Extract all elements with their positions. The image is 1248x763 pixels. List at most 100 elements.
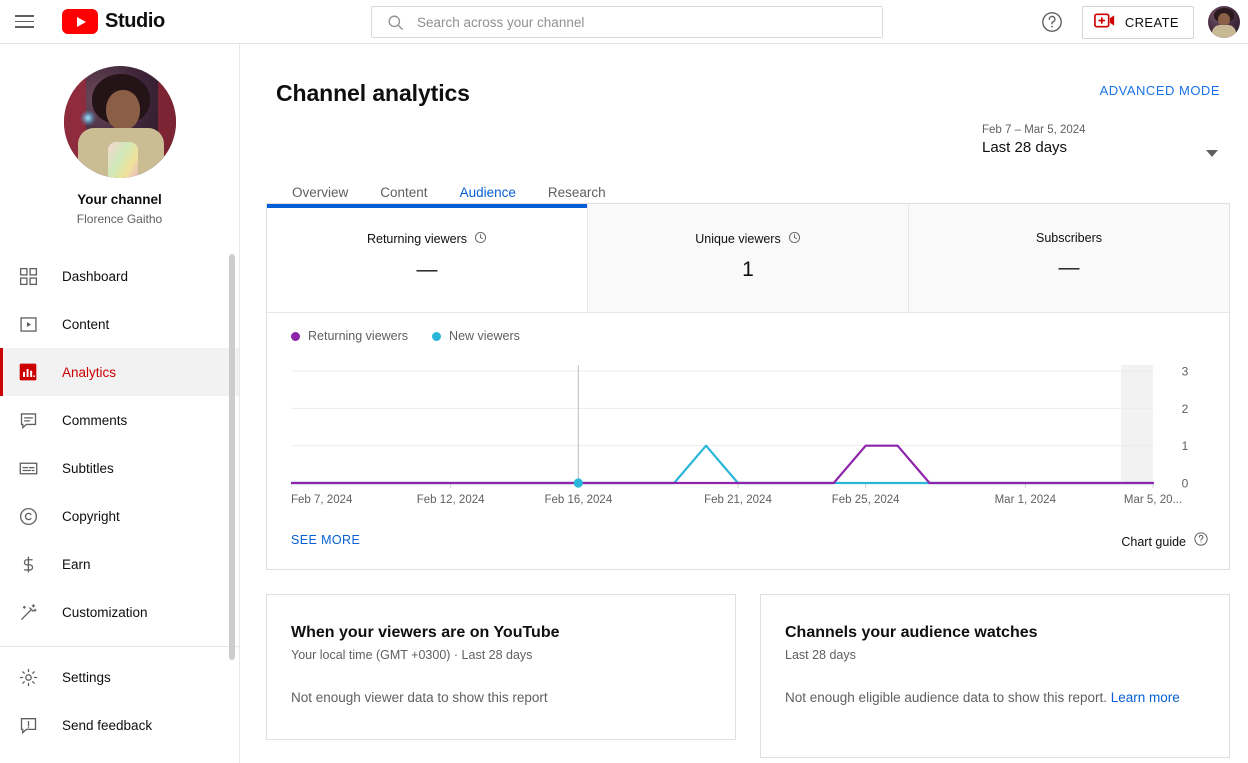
sidebar-item-label: Earn xyxy=(62,557,91,572)
learn-more-link[interactable]: Learn more xyxy=(1111,690,1180,705)
create-button-label: CREATE xyxy=(1125,15,1179,30)
dashboard-icon xyxy=(8,266,48,287)
avatar[interactable] xyxy=(1208,6,1240,38)
top-app-bar: Studio CREATE xyxy=(0,0,1248,44)
card-channels-audience-watches: Channels your audience watches Last 28 d… xyxy=(760,594,1230,758)
help-circle-icon[interactable] xyxy=(1193,531,1209,552)
sidebar-item-settings[interactable]: Settings xyxy=(0,653,239,701)
line-chart[interactable]: 0123Feb 7, 2024Feb 12, 2024Feb 16, 2024F… xyxy=(291,365,1209,531)
sidebar-item-label: Copyright xyxy=(62,509,120,524)
youtube-studio-logo[interactable]: Studio xyxy=(62,9,165,34)
card-body: Not enough viewer data to show this repo… xyxy=(291,686,711,710)
feedback-icon xyxy=(8,715,48,736)
svg-text:2: 2 xyxy=(1182,402,1189,416)
see-more-link[interactable]: SEE MORE xyxy=(291,533,360,547)
video-plus-icon xyxy=(1094,12,1116,34)
dollar-icon xyxy=(8,554,48,575)
svg-text:Mar 5, 20...: Mar 5, 20... xyxy=(1124,494,1182,506)
main-content: Channel analytics ADVANCED MODE Overview… xyxy=(240,44,1248,763)
sidebar-item-send-feedback[interactable]: Send feedback xyxy=(0,701,239,749)
hamburger-icon[interactable] xyxy=(4,2,44,42)
help-circle-icon[interactable] xyxy=(1040,10,1064,34)
date-range-selector[interactable]: Feb 7 – Mar 5, 2024 Last 28 days xyxy=(982,124,1222,156)
advanced-mode-button[interactable]: ADVANCED MODE xyxy=(1100,83,1220,98)
sidebar-item-label: Send feedback xyxy=(62,718,152,733)
svg-text:0: 0 xyxy=(1182,477,1189,491)
metric-label: Returning viewers xyxy=(367,232,467,246)
sidebar-item-label: Content xyxy=(62,317,109,332)
chevron-down-icon[interactable] xyxy=(1206,150,1218,157)
card-title: When your viewers are on YouTube xyxy=(291,624,735,642)
metric-value: — xyxy=(909,256,1229,280)
create-button[interactable]: CREATE xyxy=(1082,6,1194,39)
sidebar-item-earn[interactable]: Earn xyxy=(0,540,239,588)
card-when-viewers-on-youtube: When your viewers are on YouTube Your lo… xyxy=(266,594,736,740)
sidebar-item-label: Analytics xyxy=(62,365,116,380)
card-body: Not enough eligible audience data to sho… xyxy=(785,686,1205,710)
svg-text:1: 1 xyxy=(1182,439,1189,453)
channel-block: Your channel Florence Gaitho xyxy=(0,44,239,226)
card-subtitle: Your local time (GMT +0300) · Last 28 da… xyxy=(291,648,735,662)
clock-info-icon[interactable] xyxy=(788,231,801,247)
svg-text:Feb 25, 2024: Feb 25, 2024 xyxy=(832,494,900,506)
metric-value: — xyxy=(267,258,587,282)
page-title: Channel analytics xyxy=(276,80,470,107)
legend-item-new-viewers[interactable]: New viewers xyxy=(432,329,520,343)
clock-info-icon[interactable] xyxy=(474,231,487,247)
analytics-chart-card: Returning viewers — Unique viewers xyxy=(266,203,1230,570)
sidebar-item-content[interactable]: Content xyxy=(0,300,239,348)
content-icon xyxy=(8,314,48,335)
card-subtitle: Last 28 days xyxy=(785,648,1229,662)
chart-guide-button[interactable]: Chart guide xyxy=(1121,531,1209,552)
search-icon xyxy=(386,13,405,32)
sidebar-item-comments[interactable]: Comments xyxy=(0,396,239,444)
studio-wordmark: Studio xyxy=(105,10,165,33)
metric-value: 1 xyxy=(588,258,908,282)
copyright-icon xyxy=(8,506,48,527)
sidebar: Your channel Florence Gaitho Dashboard C… xyxy=(0,44,240,763)
gear-icon xyxy=(8,667,48,688)
comments-icon xyxy=(8,410,48,431)
svg-text:Mar 1, 2024: Mar 1, 2024 xyxy=(995,494,1057,506)
analytics-icon xyxy=(8,362,48,382)
search-input[interactable] xyxy=(417,15,882,30)
sidebar-item-analytics[interactable]: Analytics xyxy=(0,348,239,396)
chart-guide-label: Chart guide xyxy=(1121,535,1186,549)
youtube-play-icon xyxy=(62,9,98,34)
sidebar-item-label: Dashboard xyxy=(62,269,128,284)
svg-text:Feb 21, 2024: Feb 21, 2024 xyxy=(704,494,772,506)
metric-tabs: Returning viewers — Unique viewers xyxy=(267,204,1229,313)
magic-wand-icon xyxy=(8,602,48,623)
channel-name: Florence Gaitho xyxy=(0,212,239,226)
sidebar-item-label: Customization xyxy=(62,605,148,620)
svg-text:Feb 12, 2024: Feb 12, 2024 xyxy=(417,494,485,506)
sidebar-item-label: Settings xyxy=(62,670,111,685)
metric-unique-viewers[interactable]: Unique viewers 1 xyxy=(587,204,908,312)
sidebar-scrollbar[interactable] xyxy=(229,254,235,660)
metric-returning-viewers[interactable]: Returning viewers — xyxy=(267,204,587,312)
sidebar-item-label: Subtitles xyxy=(62,461,114,476)
chart-card-footer: SEE MORE Chart guide xyxy=(267,521,1229,569)
legend-dot-icon xyxy=(291,332,300,341)
sidebar-item-customization[interactable]: Customization xyxy=(0,588,239,636)
svg-text:Feb 7, 2024: Feb 7, 2024 xyxy=(291,494,353,506)
legend-item-returning-viewers[interactable]: Returning viewers xyxy=(291,329,408,343)
sidebar-item-subtitles[interactable]: Subtitles xyxy=(0,444,239,492)
subtitles-icon xyxy=(8,458,48,479)
legend-dot-icon xyxy=(432,332,441,341)
sidebar-item-label: Comments xyxy=(62,413,127,428)
date-range-dates: Feb 7 – Mar 5, 2024 xyxy=(982,124,1222,136)
date-range-preset: Last 28 days xyxy=(982,139,1222,156)
metric-label: Subscribers xyxy=(1036,231,1102,245)
chart-legend: Returning viewers New viewers xyxy=(291,329,520,343)
legend-label: Returning viewers xyxy=(308,329,408,343)
metric-subscribers[interactable]: Subscribers — xyxy=(908,204,1229,312)
card-title: Channels your audience watches xyxy=(785,624,1229,642)
svg-text:Feb 16, 2024: Feb 16, 2024 xyxy=(544,494,612,506)
sidebar-item-dashboard[interactable]: Dashboard xyxy=(0,252,239,300)
sidebar-divider xyxy=(0,646,239,647)
sidebar-nav: Dashboard Content Analyti xyxy=(0,252,239,749)
sidebar-item-copyright[interactable]: Copyright xyxy=(0,492,239,540)
channel-avatar[interactable] xyxy=(64,66,176,178)
search-bar[interactable] xyxy=(371,6,883,38)
